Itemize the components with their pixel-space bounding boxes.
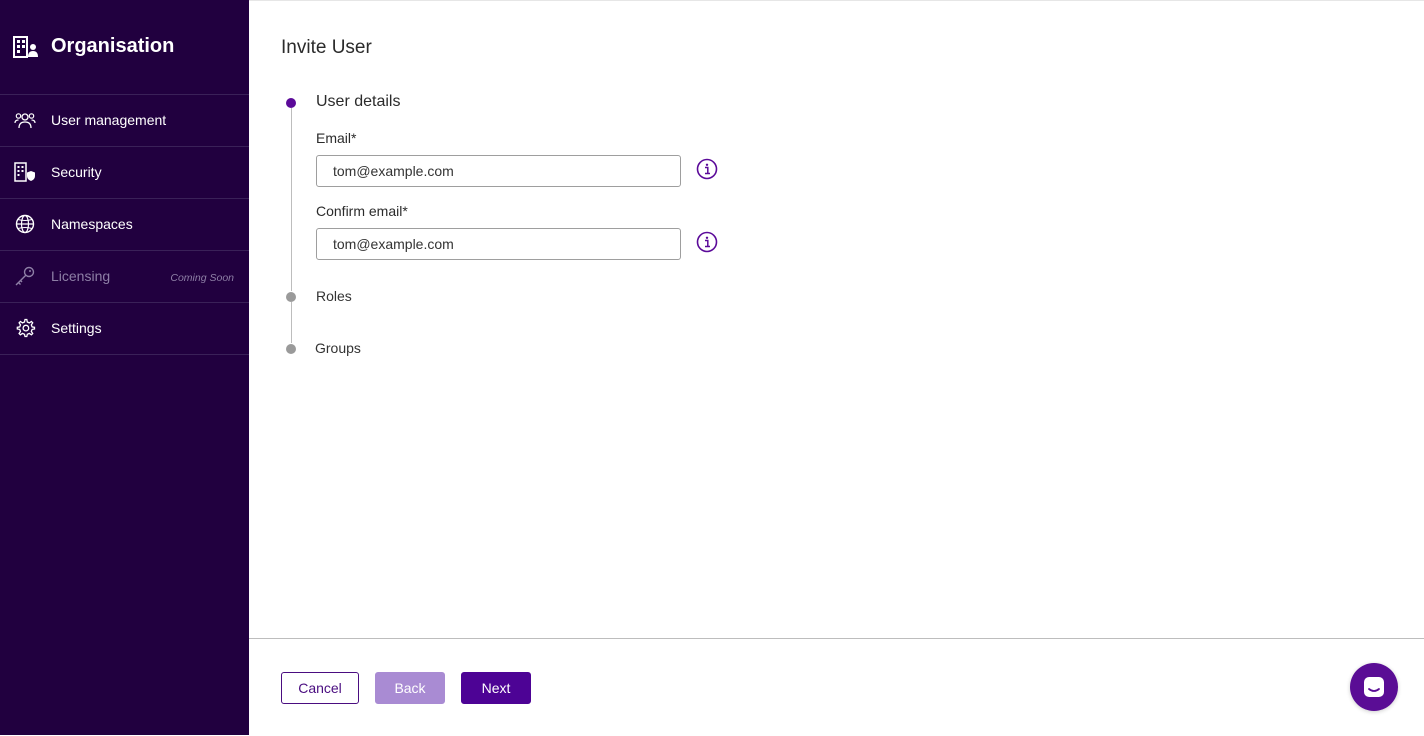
sidebar-item-settings[interactable]: Settings <box>0 303 249 355</box>
back-button[interactable]: Back <box>375 672 445 704</box>
sidebar-item-security[interactable]: Security <box>0 147 249 199</box>
sidebar-header: Organisation <box>0 0 249 95</box>
key-icon <box>15 266 35 286</box>
step-roles[interactable]: Roles <box>316 288 352 304</box>
step-dot-groups <box>286 344 296 354</box>
sidebar-item-label: Licensing <box>51 268 111 284</box>
main-content: Invite User User details Email* Confirm … <box>249 0 1424 735</box>
step-dot-user-details <box>286 98 296 108</box>
sidebar-item-label: Settings <box>51 320 102 336</box>
sidebar-item-label: User management <box>51 112 167 128</box>
sidebar: Organisation User management Security Na… <box>0 0 249 735</box>
email-label: Email* <box>316 130 357 146</box>
stepper-line <box>291 108 292 291</box>
sidebar-item-namespaces[interactable]: Namespaces <box>0 199 249 251</box>
email-info-icon[interactable] <box>696 158 718 180</box>
chat-icon <box>1364 677 1384 697</box>
sidebar-item-licensing: Licensing Coming Soon <box>0 251 249 303</box>
sidebar-item-user-management[interactable]: User management <box>0 95 249 147</box>
sidebar-item-label: Namespaces <box>51 216 133 232</box>
confirm-email-input[interactable] <box>316 228 681 260</box>
stepper-line <box>291 302 292 343</box>
cancel-button[interactable]: Cancel <box>281 672 359 704</box>
sidebar-item-label: Security <box>51 164 102 180</box>
step-groups[interactable]: Groups <box>315 340 361 356</box>
coming-soon-badge: Coming Soon <box>170 272 234 284</box>
gear-icon <box>16 318 36 338</box>
confirm-email-label: Confirm email* <box>316 203 408 219</box>
organisation-icon <box>13 36 38 58</box>
step-user-details: User details <box>316 93 401 110</box>
globe-icon <box>15 214 35 234</box>
building-shield-icon <box>14 162 35 182</box>
email-input[interactable] <box>316 155 681 187</box>
next-button[interactable]: Next <box>461 672 531 704</box>
confirm-email-info-icon[interactable] <box>696 231 718 253</box>
step-dot-roles <box>286 292 296 302</box>
sidebar-title: Organisation <box>51 35 175 57</box>
chat-launcher-button[interactable] <box>1350 663 1398 711</box>
footer-actions: Cancel Back Next <box>249 638 1424 736</box>
page-title: Invite User <box>281 37 372 58</box>
users-icon <box>14 113 36 129</box>
